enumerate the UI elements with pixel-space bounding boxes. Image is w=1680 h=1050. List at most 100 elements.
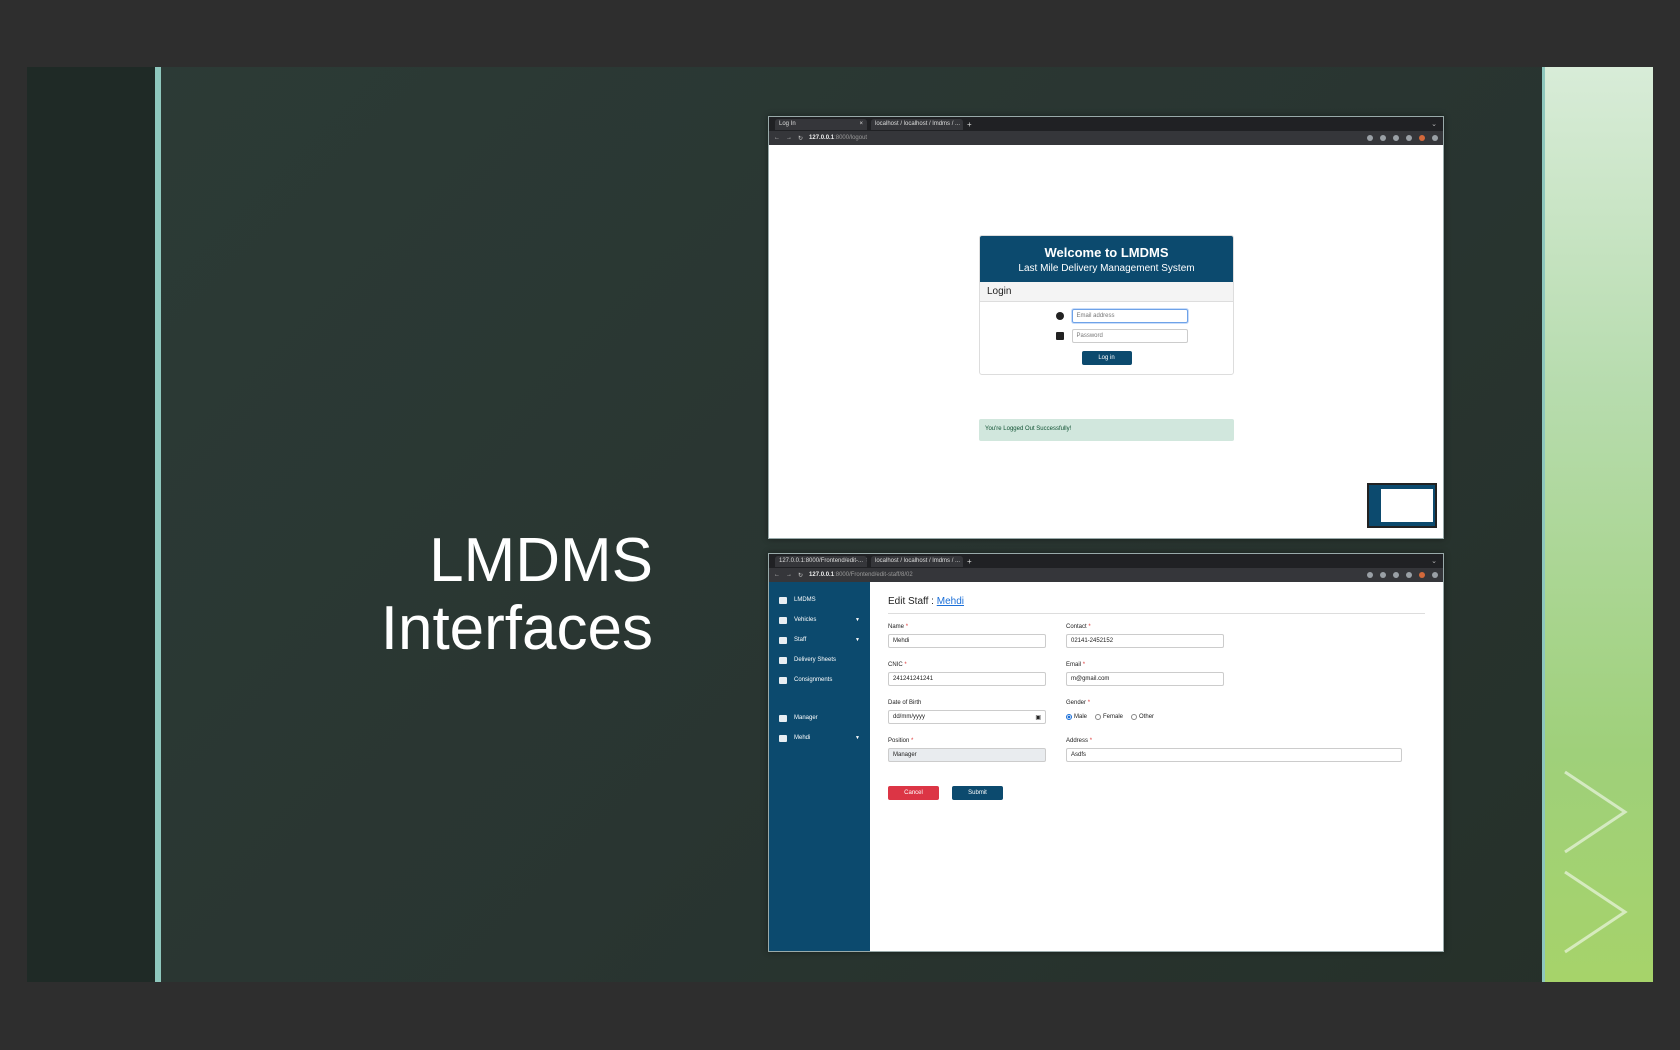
gender-radio-group: Male Female Other	[1066, 710, 1425, 724]
calendar-icon[interactable]: ▣	[1035, 714, 1041, 721]
cnic-input[interactable]: 241241241241	[888, 672, 1046, 686]
sidebar-item-delivery-sheets[interactable]: Delivery Sheets	[769, 650, 870, 670]
back-icon[interactable]: ←	[774, 572, 780, 578]
sidebar-item-label: Manager	[794, 715, 818, 721]
users-icon	[779, 636, 787, 644]
email-input[interactable]: m@gmail.com	[1066, 672, 1224, 686]
radio-label: Other	[1139, 714, 1155, 720]
close-icon[interactable]: ×	[866, 558, 867, 564]
url-path: :8000/logout	[834, 135, 868, 141]
share-icon[interactable]	[1367, 135, 1373, 141]
browser-address-bar: ← → ↻ 127.0.0.1:8000/logout	[769, 131, 1443, 145]
sidebar-item-staff[interactable]: Staff ▼	[769, 630, 870, 650]
gender-label-text: Gender	[1066, 700, 1087, 706]
new-tab-icon[interactable]: +	[967, 120, 972, 129]
submit-button[interactable]: Submit	[952, 786, 1003, 800]
gender-field-group: Gender * Male Female Other	[1066, 700, 1425, 724]
share-icon[interactable]	[1367, 572, 1373, 578]
gender-radio-female[interactable]: Female	[1095, 714, 1123, 720]
reload-icon[interactable]: ↻	[798, 572, 803, 579]
login-card-title: Welcome to LMDMS	[1044, 245, 1169, 260]
login-screenshot: Log In × localhost / localhost / lmdms /…	[768, 116, 1444, 539]
radio-selected-icon	[1066, 714, 1072, 720]
url-field[interactable]: 127.0.0.1:8000/Frontend/edit-staff/8/02	[809, 572, 1361, 578]
required-mark: *	[1088, 624, 1091, 630]
tab-label: 127.0.0.1:8000/Frontend/edit-...	[779, 558, 864, 564]
forward-icon[interactable]: →	[786, 135, 792, 141]
browser-tabbar: 127.0.0.1:8000/Frontend/edit-... × local…	[769, 554, 1443, 568]
login-card-header: Welcome to LMDMS Last Mile Delivery Mana…	[980, 236, 1233, 282]
browser-tab[interactable]: 127.0.0.1:8000/Frontend/edit-... ×	[775, 555, 867, 567]
sidebar-item-lmdms[interactable]: LMDMS	[769, 590, 870, 610]
slide-title: LMDMS Interfaces	[381, 527, 653, 663]
forward-icon[interactable]: →	[786, 572, 792, 578]
contact-field-group: Contact * 02141-2452152	[1066, 624, 1425, 648]
reload-icon[interactable]: ↻	[798, 135, 803, 142]
profile-avatar[interactable]	[1419, 135, 1425, 141]
profile-avatar[interactable]	[1419, 572, 1425, 578]
sidebar-item-vehicles[interactable]: Vehicles ▼	[769, 610, 870, 630]
tab-label: Log In	[779, 121, 796, 127]
chevron-down-icon[interactable]: ⌄	[1431, 120, 1437, 128]
gender-radio-male[interactable]: Male	[1066, 714, 1087, 720]
logout-success-alert: You're Logged Out Successfully!	[979, 419, 1234, 441]
position-input: Manager	[888, 748, 1046, 762]
cnic-field-group: CNIC * 241241241241	[888, 662, 1066, 686]
slide-right-band	[1545, 67, 1653, 982]
email-field-group: Email * m@gmail.com	[1066, 662, 1425, 686]
browser-tab[interactable]: localhost / localhost / lmdms / ... ×	[871, 118, 963, 130]
sidebar-item-user[interactable]: Mehdi ▼	[769, 728, 870, 748]
extensions-icon[interactable]	[1393, 572, 1399, 578]
lmdms-app: LMDMS Vehicles ▼ Staff ▼ Delivery Sheets…	[769, 582, 1443, 951]
url-field[interactable]: 127.0.0.1:8000/logout	[809, 135, 1361, 141]
home-icon	[779, 596, 787, 604]
login-page: Welcome to LMDMS Last Mile Delivery Mana…	[769, 145, 1443, 538]
new-tab-icon[interactable]: +	[967, 557, 972, 566]
name-input[interactable]: Mehdi	[888, 634, 1046, 648]
address-field-group: Address * Asdfs	[1066, 738, 1425, 762]
staff-form: Name * Mehdi Contact * 02141-2452152 CNI…	[888, 624, 1425, 762]
sidebar-icon[interactable]	[1406, 572, 1412, 578]
email-field[interactable]: Email address	[1071, 309, 1188, 323]
contact-input[interactable]: 02141-2452152	[1066, 634, 1224, 648]
sidebar-icon[interactable]	[1406, 135, 1412, 141]
position-label-text: Position	[888, 738, 910, 744]
star-icon[interactable]	[1380, 135, 1386, 141]
gender-radio-other[interactable]: Other	[1131, 714, 1154, 720]
form-actions: Cancel Submit	[888, 786, 1425, 800]
address-label-text: Address	[1066, 738, 1089, 744]
sidebar-item-manager[interactable]: Manager	[769, 708, 870, 728]
login-button[interactable]: Log in	[1081, 351, 1132, 365]
url-host: 127.0.0.1	[809, 572, 835, 578]
password-field[interactable]: Password	[1071, 329, 1188, 343]
menu-icon[interactable]	[1432, 135, 1438, 141]
browser-tab[interactable]: Log In ×	[775, 118, 867, 130]
address-label: Address *	[1066, 738, 1425, 744]
staff-name-link[interactable]: Mehdi	[937, 596, 964, 607]
cancel-button[interactable]: Cancel	[888, 786, 939, 800]
browser-tab[interactable]: localhost / localhost / lmdms / ... ×	[871, 555, 963, 567]
close-icon[interactable]: ×	[859, 121, 863, 127]
lock-icon	[1055, 332, 1064, 340]
contact-label: Contact *	[1066, 624, 1425, 630]
sidebar-item-consignments[interactable]: Consignments	[769, 670, 870, 690]
picture-in-picture-thumbnail[interactable]	[1367, 483, 1437, 528]
radio-label: Female	[1103, 714, 1124, 720]
dob-input[interactable]: dd/mm/yyyy ▣	[888, 710, 1046, 724]
required-mark: *	[1082, 662, 1086, 668]
extensions-icon[interactable]	[1393, 135, 1399, 141]
back-icon[interactable]: ←	[774, 135, 780, 141]
sidebar: LMDMS Vehicles ▼ Staff ▼ Delivery Sheets…	[769, 582, 870, 951]
edit-staff-screenshot: 127.0.0.1:8000/Frontend/edit-... × local…	[768, 553, 1444, 952]
user-circle-icon	[779, 714, 787, 722]
radio-icon	[1095, 714, 1102, 720]
required-mark: *	[911, 738, 914, 744]
menu-icon[interactable]	[1432, 572, 1438, 578]
file-icon	[779, 656, 787, 664]
sidebar-item-label: Staff	[794, 637, 807, 643]
chevron-down-icon[interactable]: ⌄	[1431, 557, 1437, 565]
position-label: Position *	[888, 738, 1066, 744]
address-input[interactable]: Asdfs	[1066, 748, 1402, 762]
star-icon[interactable]	[1380, 572, 1386, 578]
sidebar-item-label: LMDMS	[794, 597, 816, 603]
